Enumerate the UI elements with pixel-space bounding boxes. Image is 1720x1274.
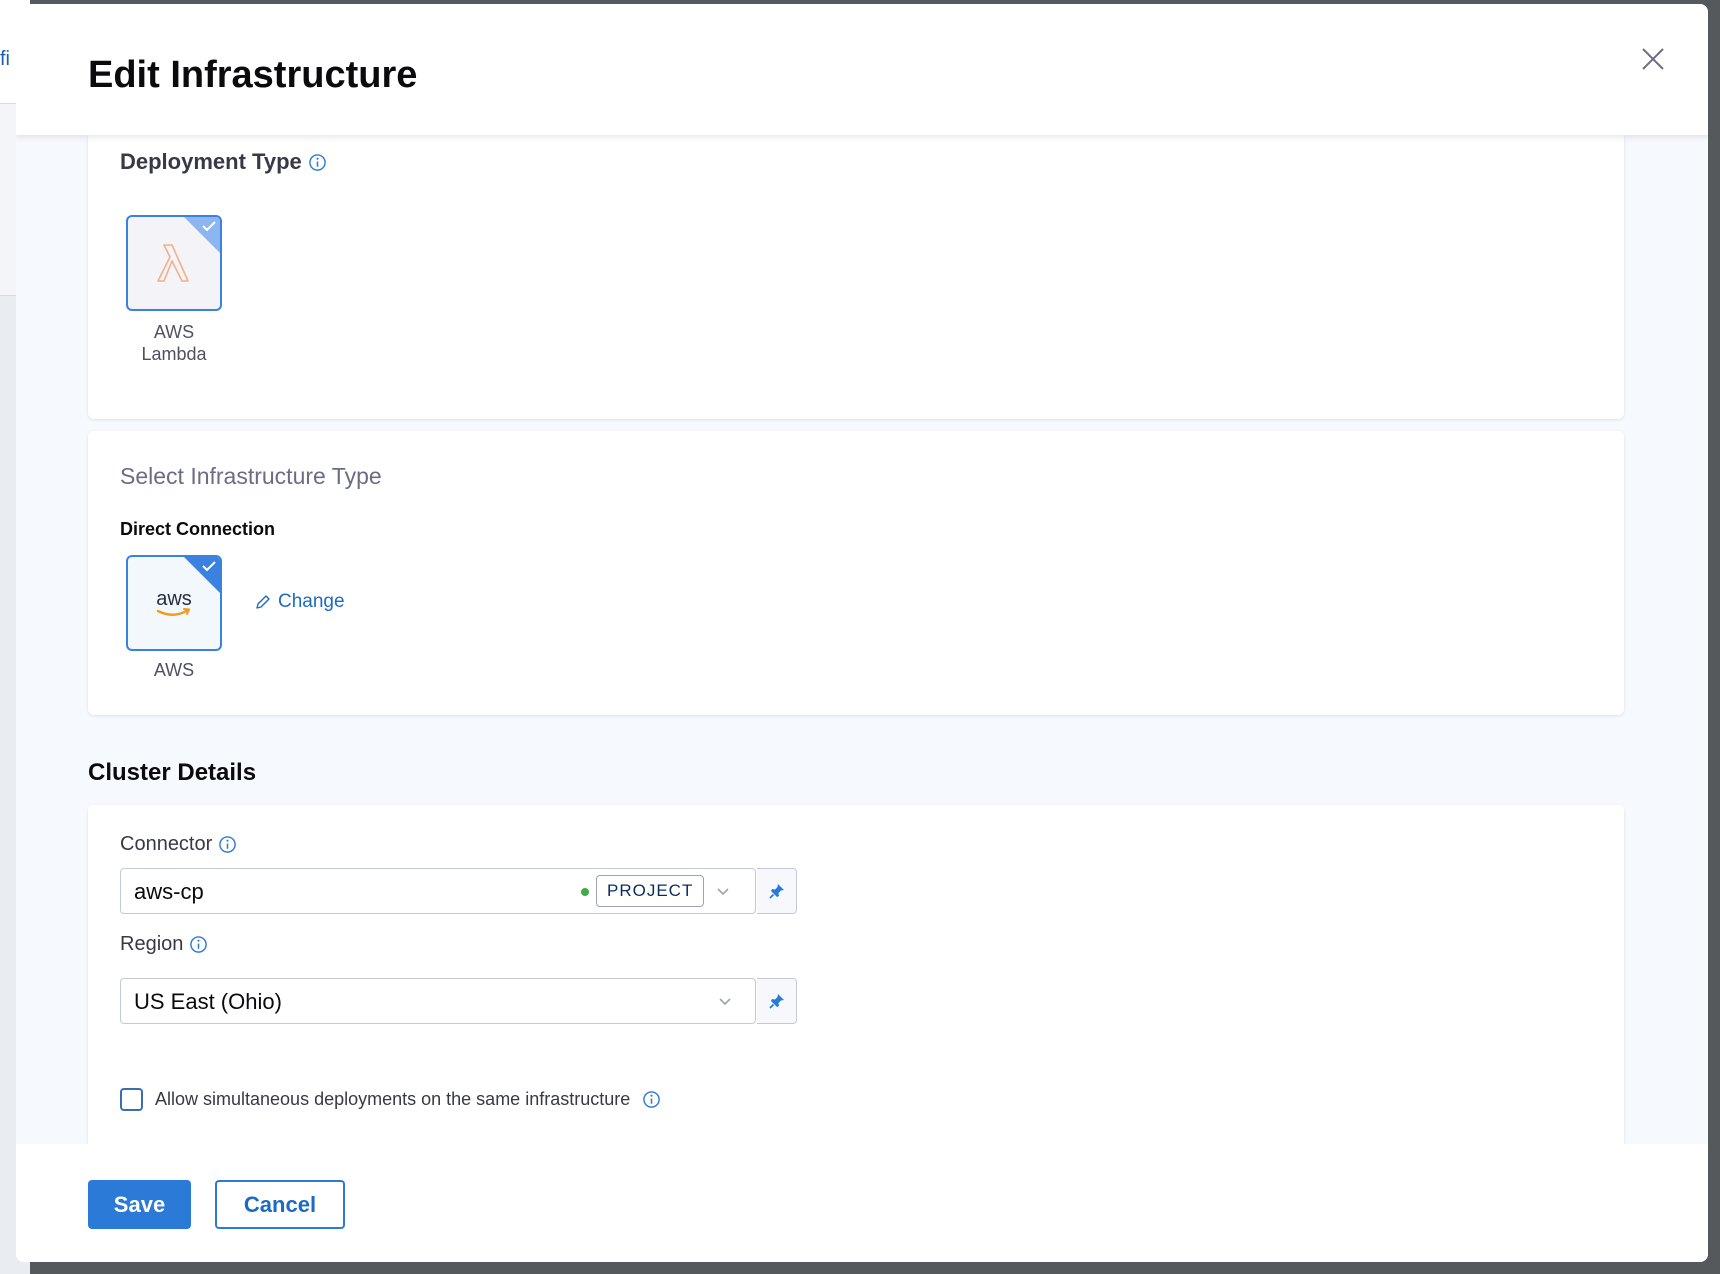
cluster-details-title: Cluster Details [88, 759, 257, 786]
direct-connection-label: Direct Connection [120, 519, 276, 539]
chevron-down-icon[interactable] [715, 992, 735, 1012]
dialog-header: Edit Infrastructure [16, 4, 1708, 135]
save-button[interactable]: Save [88, 1180, 191, 1229]
connector-select[interactable]: aws-cp PROJECT [120, 868, 797, 914]
aws-lambda-label: AWS Lambda [114, 321, 234, 365]
simultaneous-deployments-checkbox[interactable] [120, 1088, 143, 1111]
region-label-text: Region [120, 933, 184, 955]
info-icon[interactable] [642, 1090, 661, 1109]
deployment-type-card: Deployment Type AWS Lambda [88, 135, 1624, 419]
connector-pin-button[interactable] [757, 868, 797, 914]
connector-value: aws-cp [134, 879, 204, 904]
aws-tile-label: AWS [153, 660, 195, 680]
pencil-icon [256, 595, 270, 609]
edit-infrastructure-dialog: Edit Infrastructure Deployment Type AWS … [16, 4, 1708, 1262]
infrastructure-type-heading: Select Infrastructure Type [120, 463, 382, 489]
info-icon[interactable] [308, 153, 327, 172]
tile-label-line1: AWS [153, 322, 195, 342]
info-icon[interactable] [189, 935, 208, 954]
connector-label-text: Connector [120, 833, 213, 855]
background-partial-text: fi [0, 48, 10, 70]
cluster-details-card: Connector aws-cp PROJECT Region US East … [88, 805, 1624, 1148]
infrastructure-type-card: Select Infrastructure Type Direct Connec… [88, 431, 1624, 715]
cancel-button[interactable]: Cancel [215, 1180, 345, 1229]
pin-icon [768, 884, 784, 899]
aws-tile[interactable]: aws [126, 555, 222, 651]
chevron-down-icon[interactable] [713, 882, 733, 902]
region-select[interactable]: US East (Ohio) [120, 978, 797, 1024]
region-label: Region [120, 933, 208, 956]
region-pin-button[interactable] [757, 978, 797, 1024]
close-button[interactable] [1638, 44, 1668, 74]
region-value: US East (Ohio) [134, 989, 282, 1014]
pin-icon [768, 994, 784, 1009]
connector-label: Connector [120, 833, 237, 856]
deployment-type-label-text: Deployment Type [120, 149, 302, 174]
check-icon [202, 561, 216, 572]
info-icon[interactable] [218, 835, 237, 854]
close-icon [1642, 48, 1664, 70]
simultaneous-deployments-label[interactable]: Allow simultaneous deployments on the sa… [155, 1089, 630, 1110]
check-icon [202, 221, 216, 232]
aws-lambda-tile[interactable] [126, 215, 222, 311]
dialog-footer: Save Cancel [16, 1144, 1708, 1262]
connector-status-dot [581, 888, 589, 896]
change-link[interactable]: Change [254, 591, 345, 613]
tile-label-line2: Lambda [141, 344, 207, 364]
dialog-title: Edit Infrastructure [88, 54, 418, 96]
dialog-body: Deployment Type AWS Lambda Select Infras… [16, 135, 1708, 1148]
deployment-type-label: Deployment Type [120, 149, 327, 175]
change-link-text: Change [278, 591, 345, 612]
simultaneous-deployments-row: Allow simultaneous deployments on the sa… [120, 1088, 661, 1111]
scope-badge: PROJECT [596, 875, 705, 907]
